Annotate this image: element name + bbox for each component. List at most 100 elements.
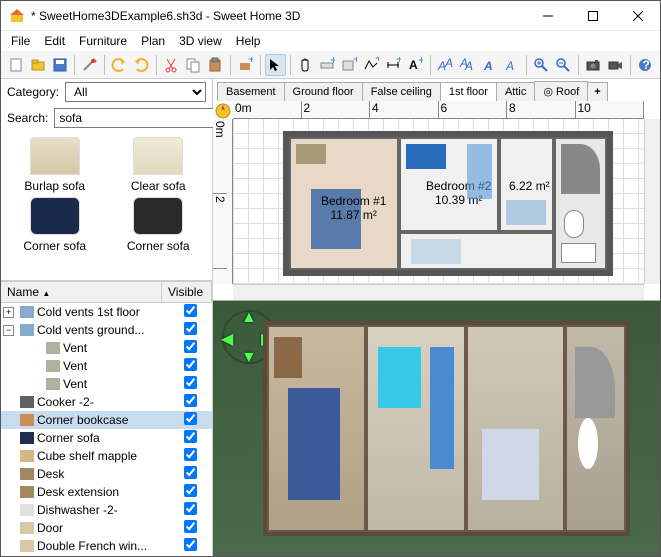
catalog-item[interactable]: Corner sofa <box>7 197 103 253</box>
furniture-list-header: Name ▲ Visible <box>1 281 212 303</box>
catalog-item[interactable]: Burlap sofa <box>7 137 103 193</box>
maximize-button[interactable] <box>570 1 615 31</box>
help-button[interactable]: ? <box>635 54 656 76</box>
visible-checkbox[interactable] <box>184 520 197 533</box>
text-decrease-button[interactable]: AA <box>457 54 478 76</box>
level-tab[interactable]: Attic <box>496 82 535 101</box>
add-furniture-button[interactable]: + <box>235 54 256 76</box>
furniture-list[interactable]: + Cold vents 1st floor −Cold vents ground.… <box>1 303 212 556</box>
level-tab[interactable]: 1st floor <box>440 82 497 101</box>
furniture-row[interactable]: −Cold vents ground... <box>1 321 212 339</box>
menu-file[interactable]: File <box>5 32 36 50</box>
zoom-out-button[interactable] <box>553 54 574 76</box>
expand-icon[interactable]: + <box>3 307 14 318</box>
undo-button[interactable] <box>109 54 130 76</box>
visible-checkbox[interactable] <box>184 358 197 371</box>
copy-button[interactable] <box>183 54 204 76</box>
furniture-row[interactable]: Drawers cabinet <box>1 555 212 556</box>
title-bar: * SweetHome3DExample6.sh3d - Sweet Home … <box>1 1 660 31</box>
furniture-row[interactable]: Desk extension <box>1 483 212 501</box>
visible-checkbox[interactable] <box>184 412 197 425</box>
furniture-icon <box>20 306 34 318</box>
wall-tool[interactable]: + <box>317 54 338 76</box>
pan-tool[interactable] <box>295 54 316 76</box>
menu-help[interactable]: Help <box>230 32 267 50</box>
visible-checkbox[interactable] <box>184 394 197 407</box>
furniture-row[interactable]: Door <box>1 519 212 537</box>
furniture-label: Cold vents 1st floor <box>37 305 170 319</box>
nav-down-icon[interactable]: ▼ <box>241 349 257 365</box>
dimension-tool[interactable]: + <box>383 54 404 76</box>
name-column-header[interactable]: Name ▲ <box>1 282 162 302</box>
preferences-button[interactable] <box>79 54 100 76</box>
visible-checkbox[interactable] <box>184 538 197 551</box>
room-tool[interactable]: + <box>339 54 360 76</box>
furniture-row[interactable]: Dishwasher -2- <box>1 501 212 519</box>
3d-view[interactable]: ▲ ▼ ◀ ▶ <box>213 301 660 556</box>
zoom-in-button[interactable] <box>531 54 552 76</box>
visible-checkbox[interactable] <box>184 466 197 479</box>
roof-tab[interactable]: ◎ Roof <box>534 81 588 101</box>
menu-edit[interactable]: Edit <box>38 32 71 50</box>
select-tool[interactable] <box>265 54 286 76</box>
visible-checkbox[interactable] <box>184 430 197 443</box>
close-button[interactable] <box>615 1 660 31</box>
visible-checkbox[interactable] <box>184 502 197 515</box>
furniture-row[interactable]: Desk <box>1 465 212 483</box>
furniture-row[interactable]: Corner sofa <box>1 429 212 447</box>
furniture-row[interactable]: + Cold vents 1st floor <box>1 303 212 321</box>
furniture-row[interactable]: Corner bookcase <box>1 411 212 429</box>
furniture-row[interactable]: Double French win... <box>1 537 212 555</box>
open-button[interactable] <box>27 54 48 76</box>
expand-icon[interactable]: − <box>3 325 14 336</box>
furniture-row[interactable]: Cooker -2- <box>1 393 212 411</box>
category-select[interactable]: All <box>65 82 206 102</box>
menu-3dview[interactable]: 3D view <box>173 32 228 50</box>
visible-column-header[interactable]: Visible <box>162 282 212 302</box>
save-button[interactable] <box>49 54 70 76</box>
new-button[interactable] <box>5 54 26 76</box>
level-tab[interactable]: False ceiling <box>362 82 441 101</box>
visible-checkbox[interactable] <box>184 304 197 317</box>
level-tab[interactable]: Ground floor <box>284 82 363 101</box>
cut-button[interactable] <box>161 54 182 76</box>
furniture-row[interactable]: Cube shelf mapple <box>1 447 212 465</box>
furniture-row[interactable]: Vent <box>1 339 212 357</box>
photo-button[interactable] <box>583 54 604 76</box>
catalog-item[interactable]: Clear sofa <box>111 137 207 193</box>
level-tab[interactable]: Basement <box>217 82 285 101</box>
video-button[interactable] <box>605 54 626 76</box>
compass-icon[interactable] <box>215 103 231 119</box>
visible-checkbox[interactable] <box>184 376 197 389</box>
search-input[interactable] <box>54 108 219 128</box>
redo-button[interactable] <box>131 54 152 76</box>
furniture-row[interactable]: Vent <box>1 357 212 375</box>
add-level-button[interactable]: + <box>587 82 607 101</box>
plan-v-scrollbar[interactable] <box>644 119 660 284</box>
furniture-icon <box>20 396 34 408</box>
minimize-button[interactable] <box>525 1 570 31</box>
polyline-tool[interactable]: + <box>361 54 382 76</box>
text-bold-button[interactable]: A <box>479 54 500 76</box>
visible-checkbox[interactable] <box>184 484 197 497</box>
text-increase-button[interactable]: AA <box>435 54 456 76</box>
vertical-ruler: 0m2 <box>213 119 233 284</box>
svg-text:+: + <box>330 57 335 67</box>
furniture-row[interactable]: Vent <box>1 375 212 393</box>
plan-canvas[interactable]: Bedroom #111.87 m² Bedroom #210.39 m² 6.… <box>233 119 644 284</box>
furniture-label: Desk <box>37 467 170 481</box>
visible-checkbox[interactable] <box>184 322 197 335</box>
paste-button[interactable] <box>205 54 226 76</box>
menu-furniture[interactable]: Furniture <box>73 32 133 50</box>
visible-checkbox[interactable] <box>184 448 197 461</box>
plan-view[interactable]: 0m246810 0m2 Bedroom #111.87 m² Bedroom … <box>213 101 660 301</box>
plan-h-scrollbar[interactable] <box>233 284 644 300</box>
text-italic-button[interactable]: A <box>501 54 522 76</box>
text-tool[interactable]: A+ <box>405 54 426 76</box>
menu-plan[interactable]: Plan <box>135 32 171 50</box>
visible-checkbox[interactable] <box>184 340 197 353</box>
catalog-item[interactable]: Corner sofa <box>111 197 207 253</box>
nav-left-icon[interactable]: ◀ <box>221 329 237 345</box>
svg-text:+: + <box>375 57 379 65</box>
nav-up-icon[interactable]: ▲ <box>241 309 257 325</box>
